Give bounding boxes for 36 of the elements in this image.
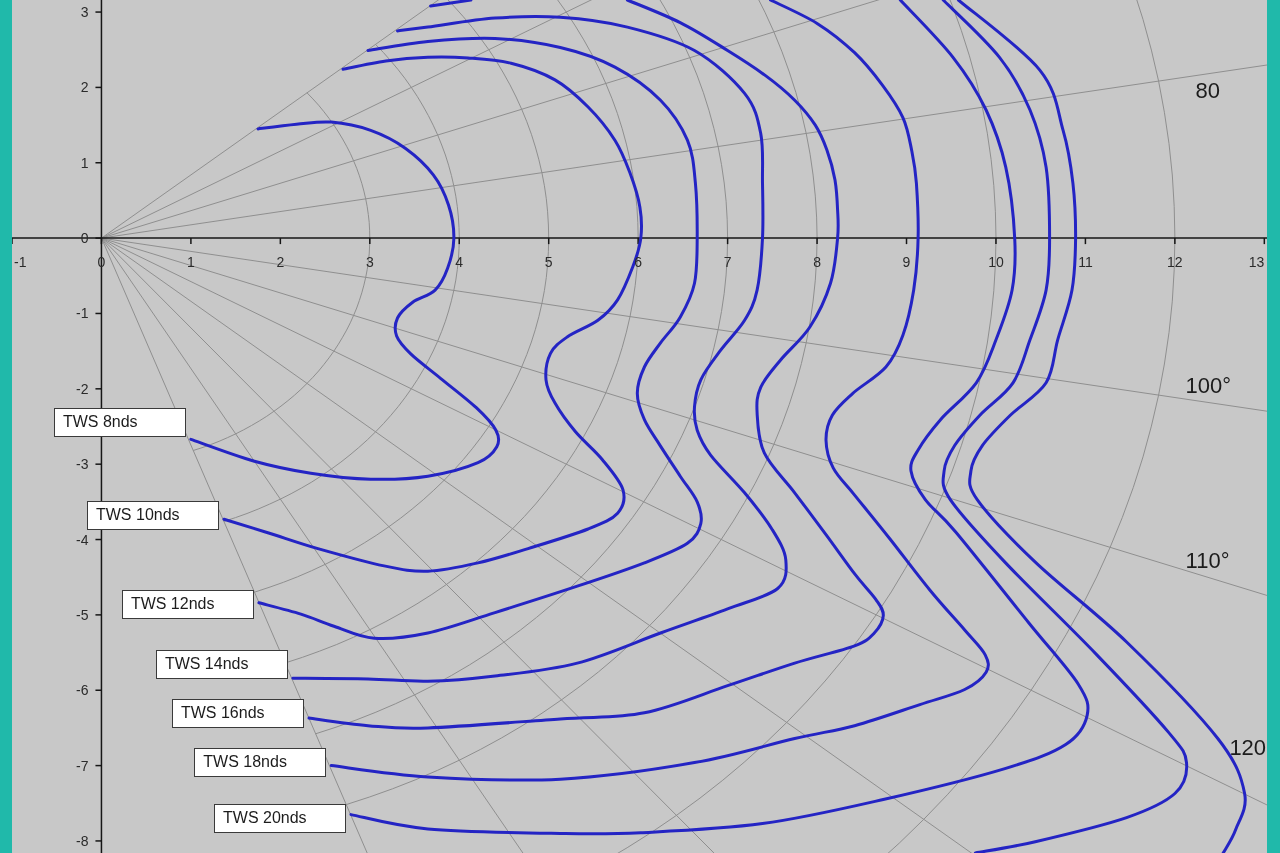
axis-tick-label: -8 <box>76 832 89 849</box>
axis-tick-label: 11 <box>1078 254 1093 271</box>
series-label: TWS 16nds <box>171 698 304 728</box>
axis-tick-label: -4 <box>76 531 89 548</box>
series-label: TWS 14nds <box>155 649 288 679</box>
axis-tick-label: -6 <box>76 682 89 699</box>
series-label: TWS 20nds <box>214 804 346 834</box>
axis-tick-label: -7 <box>76 757 89 774</box>
axis-tick-label: 4 <box>455 254 464 271</box>
axis-tick-label: 7 <box>723 254 732 271</box>
axis-tick-label: 3 <box>80 4 89 21</box>
axis-tick-label: 10 <box>988 254 1004 271</box>
axis-tick-label: 5 <box>544 254 553 271</box>
angle-label: 120 <box>1229 734 1267 760</box>
series-label: TWS 10nds <box>87 500 219 530</box>
axis-tick-label: 9 <box>902 254 911 271</box>
axis-tick-label: -2 <box>76 380 89 397</box>
series-label: TWS 12nds <box>121 590 254 620</box>
series-label: TWS 18nds <box>194 748 327 778</box>
axis-tick-label: 3 <box>365 254 374 271</box>
axis-tick-label: 1 <box>187 254 195 271</box>
axis-tick-label: 2 <box>80 79 89 96</box>
angle-label: 80 <box>1195 78 1220 104</box>
axis-tick-label: -3 <box>76 456 89 473</box>
axis-tick-label: 13 <box>1248 254 1265 271</box>
angle-label: 110° <box>1185 547 1230 573</box>
axis-tick-label: 2 <box>276 254 285 271</box>
axis-tick-label: 12 <box>1167 254 1183 271</box>
axis-tick-label: -1 <box>14 254 27 271</box>
axis-tick-label: 1 <box>80 154 89 171</box>
axis-tick-label: 8 <box>813 254 821 271</box>
axis-tick-label: 6 <box>634 254 643 271</box>
angle-label: 100° <box>1185 373 1232 399</box>
axis-tick-label: -5 <box>76 606 89 623</box>
series-label: TWS 8nds <box>53 407 186 437</box>
axis-tick-label: -1 <box>76 305 89 322</box>
